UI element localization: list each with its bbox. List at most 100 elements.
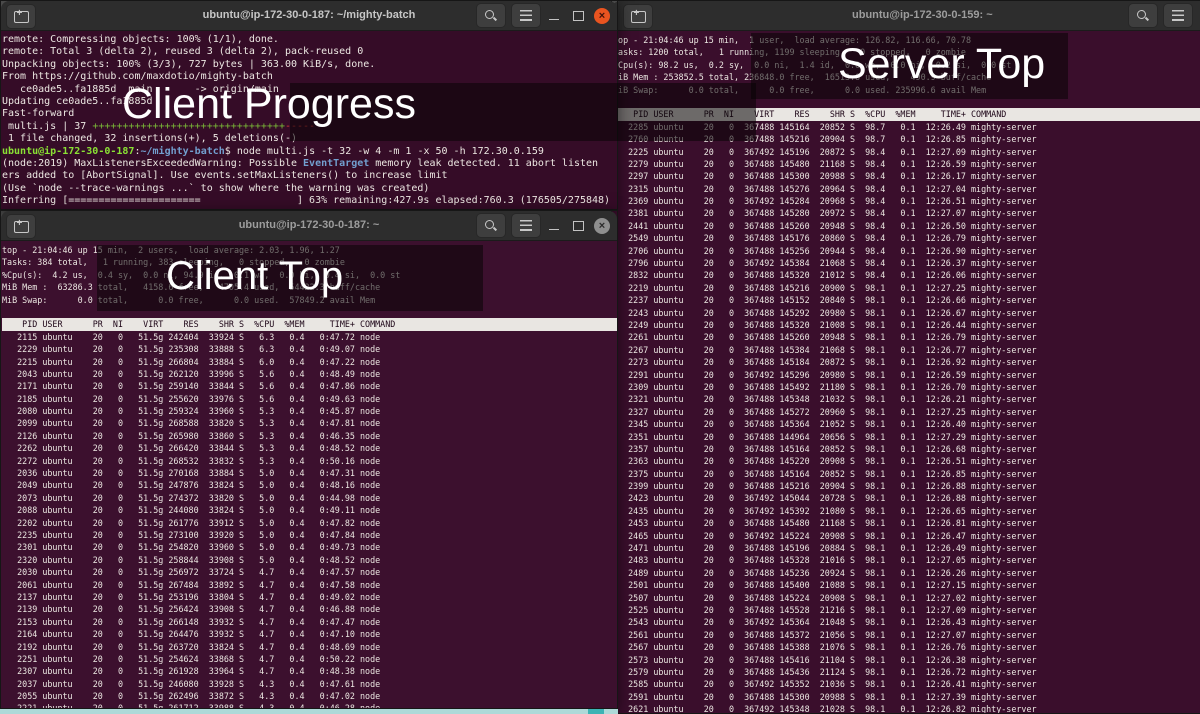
window-title: ubuntu@ip-172-30-0-187: ~/mighty-batch — [203, 1, 416, 30]
maximize-button[interactable] — [567, 211, 589, 240]
search-icon — [484, 219, 498, 233]
minimize-button[interactable] — [1195, 1, 1200, 30]
menu-button[interactable] — [511, 213, 541, 238]
process-row: 2561 ubuntu 20 0 367488 145372 21056 S 9… — [613, 629, 1200, 641]
terminal-line: Inferring [====================== ] 63% … — [2, 195, 617, 207]
new-tab-button[interactable] — [623, 4, 653, 29]
new-tab-button[interactable] — [6, 214, 36, 239]
process-row: 2591 ubuntu 20 0 367488 145300 20988 S 9… — [613, 691, 1200, 703]
minimize-icon — [549, 229, 559, 231]
process-row: 2423 ubuntu 20 0 367492 145044 20728 S 9… — [613, 492, 1200, 504]
search-button[interactable] — [1128, 3, 1158, 28]
process-row: 2262 ubuntu 20 0 51.5g 266420 33844 S 5.… — [2, 442, 617, 454]
process-row: 2796 ubuntu 20 0 367492 145384 21068 S 9… — [613, 257, 1200, 269]
process-row: 2030 ubuntu 20 0 51.5g 256972 33724 S 4.… — [2, 566, 617, 578]
process-row: 2237 ubuntu 20 0 367488 145152 20840 S 9… — [613, 294, 1200, 306]
process-row: 2036 ubuntu 20 0 51.5g 270168 33884 S 5.… — [2, 467, 617, 479]
desktop: ubuntu@ip-172-30-0-159: ~ × top - 21:04:… — [0, 0, 1200, 714]
server-top-overlay-label: Server Top — [838, 40, 1045, 89]
process-row: 2315 ubuntu 20 0 367488 145276 20964 S 9… — [613, 183, 1200, 195]
process-row: 2357 ubuntu 20 0 367488 145164 20852 S 9… — [613, 443, 1200, 455]
process-table: 2285 ubuntu 20 0 367488 145164 20852 S 9… — [613, 121, 1200, 713]
process-row: 2139 ubuntu 20 0 51.5g 256424 33908 S 4.… — [2, 603, 617, 615]
process-row: 2435 ubuntu 20 0 367492 145392 21080 S 9… — [613, 505, 1200, 517]
process-row: 2549 ubuntu 20 0 367488 145176 20860 S 9… — [613, 232, 1200, 244]
terminal-line: ers added to [AbortSignal]. Use events.s… — [2, 170, 617, 182]
maximize-button[interactable] — [567, 1, 589, 30]
process-row: 2073 ubuntu 20 0 51.5g 274372 33820 S 5.… — [2, 492, 617, 504]
process-row: 2088 ubuntu 20 0 51.5g 244080 33824 S 5.… — [2, 504, 617, 516]
process-row: 2301 ubuntu 20 0 51.5g 254820 33960 S 5.… — [2, 541, 617, 553]
process-row: 2321 ubuntu 20 0 367488 145348 21032 S 9… — [613, 393, 1200, 405]
process-row: 2320 ubuntu 20 0 51.5g 258844 33908 S 5.… — [2, 554, 617, 566]
process-row: 2225 ubuntu 20 0 367492 145196 20872 S 9… — [613, 146, 1200, 158]
process-row: 2049 ubuntu 20 0 51.5g 247876 33824 S 5.… — [2, 479, 617, 491]
process-row: 2489 ubuntu 20 0 367488 145236 20924 S 9… — [613, 567, 1200, 579]
process-row: 2621 ubuntu 20 0 367492 145348 21028 S 9… — [613, 703, 1200, 713]
titlebar[interactable]: ubuntu@ip-172-30-0-187: ~/mighty-batch × — [1, 1, 617, 31]
process-row: 2465 ubuntu 20 0 367492 145224 20908 S 9… — [613, 530, 1200, 542]
search-button[interactable] — [476, 213, 506, 238]
process-row: 2525 ubuntu 20 0 367488 145528 21216 S 9… — [613, 604, 1200, 616]
table-header: PID USER PR NI VIRT RES SHR S %CPU %MEM … — [2, 318, 617, 330]
window-title: ubuntu@ip-172-30-0-187: ~ — [239, 211, 380, 240]
new-tab-icon — [631, 11, 646, 23]
terminal-line: (Use `node --trace-warnings ...` to show… — [2, 183, 617, 195]
process-row: 2219 ubuntu 20 0 367488 145216 20900 S 9… — [613, 282, 1200, 294]
search-button[interactable] — [476, 3, 506, 28]
process-row: 2235 ubuntu 20 0 51.5g 273100 33920 S 5.… — [2, 529, 617, 541]
menu-button[interactable] — [1163, 3, 1193, 28]
close-button[interactable]: × — [591, 211, 613, 240]
process-row: 2080 ubuntu 20 0 51.5g 259324 33960 S 5.… — [2, 405, 617, 417]
process-row: 2171 ubuntu 20 0 51.5g 259140 33844 S 5.… — [2, 380, 617, 392]
process-row: 2573 ubuntu 20 0 367488 145416 21104 S 9… — [613, 654, 1200, 666]
process-row: 2055 ubuntu 20 0 51.5g 262496 33872 S 4.… — [2, 690, 617, 702]
terminal-line: Unpacking objects: 100% (3/3), 727 bytes… — [2, 59, 617, 71]
new-tab-button[interactable] — [6, 4, 36, 29]
process-row: 2273 ubuntu 20 0 367488 145184 20872 S 9… — [613, 356, 1200, 368]
process-row: 2279 ubuntu 20 0 367488 145480 21168 S 9… — [613, 158, 1200, 170]
process-row: 2832 ubuntu 20 0 367488 145320 21012 S 9… — [613, 269, 1200, 281]
process-row: 2251 ubuntu 20 0 51.5g 254624 33868 S 4.… — [2, 653, 617, 665]
process-row: 2291 ubuntu 20 0 367492 145296 20980 S 9… — [613, 369, 1200, 381]
minimize-button[interactable] — [543, 211, 565, 240]
hamburger-menu-icon — [520, 220, 532, 231]
minimize-button[interactable] — [543, 1, 565, 30]
background-window-strip-accent — [588, 709, 604, 714]
close-icon: × — [594, 218, 610, 234]
process-row: 2543 ubuntu 20 0 367492 145364 21048 S 9… — [613, 616, 1200, 628]
process-row: 2483 ubuntu 20 0 367488 145328 21016 S 9… — [613, 554, 1200, 566]
process-row: 2267 ubuntu 20 0 367488 145384 21068 S 9… — [613, 344, 1200, 356]
terminal-line: ubuntu@ip-172-30-0-187:~/mighty-batch$ n… — [2, 146, 617, 158]
process-row: 2327 ubuntu 20 0 367488 145272 20960 S 9… — [613, 406, 1200, 418]
process-row: 2137 ubuntu 20 0 51.5g 253196 33804 S 4.… — [2, 591, 617, 603]
menu-button[interactable] — [511, 3, 541, 28]
close-button[interactable]: × — [591, 1, 613, 30]
process-row: 2567 ubuntu 20 0 367488 145388 21076 S 9… — [613, 641, 1200, 653]
titlebar[interactable]: ubuntu@ip-172-30-0-187: ~ × — [1, 211, 617, 241]
process-row: 2215 ubuntu 20 0 51.5g 266804 33884 S 6.… — [2, 356, 617, 368]
new-tab-icon — [14, 221, 29, 233]
process-row: 2375 ubuntu 20 0 367488 145164 20852 S 9… — [613, 468, 1200, 480]
process-row: 2115 ubuntu 20 0 51.5g 242404 33924 S 6.… — [2, 331, 617, 343]
process-row: 2351 ubuntu 20 0 367488 144964 20656 S 9… — [613, 431, 1200, 443]
process-row: 2507 ubuntu 20 0 367488 145224 20908 S 9… — [613, 592, 1200, 604]
process-row: 2363 ubuntu 20 0 367488 145220 20908 S 9… — [613, 455, 1200, 467]
terminal-output[interactable]: top - 21:04:46 up 15 min, 2 users, load … — [1, 241, 617, 708]
client-progress-overlay-label: Client Progress — [122, 80, 416, 129]
hamburger-menu-icon — [1172, 10, 1184, 21]
process-row: 2381 ubuntu 20 0 367488 145280 20972 S 9… — [613, 207, 1200, 219]
terminal-line: (node:2019) MaxListenersExceededWarning:… — [2, 158, 617, 170]
hamburger-menu-icon — [520, 10, 532, 21]
process-row: 2453 ubuntu 20 0 367488 145480 21168 S 9… — [613, 517, 1200, 529]
maximize-icon — [573, 11, 584, 21]
process-row: 2043 ubuntu 20 0 51.5g 262120 33996 S 5.… — [2, 368, 617, 380]
terminal-line: remote: Total 3 (delta 2), reused 3 (del… — [2, 46, 617, 58]
minimize-icon — [549, 19, 559, 21]
process-row: 2369 ubuntu 20 0 367492 145284 20968 S 9… — [613, 195, 1200, 207]
titlebar[interactable]: ubuntu@ip-172-30-0-159: ~ × — [612, 1, 1200, 31]
window-title: ubuntu@ip-172-30-0-159: ~ — [852, 1, 993, 30]
maximize-icon — [573, 221, 584, 231]
process-row: 2061 ubuntu 20 0 51.5g 267484 33892 S 4.… — [2, 579, 617, 591]
process-row: 2126 ubuntu 20 0 51.5g 265980 33860 S 5.… — [2, 430, 617, 442]
